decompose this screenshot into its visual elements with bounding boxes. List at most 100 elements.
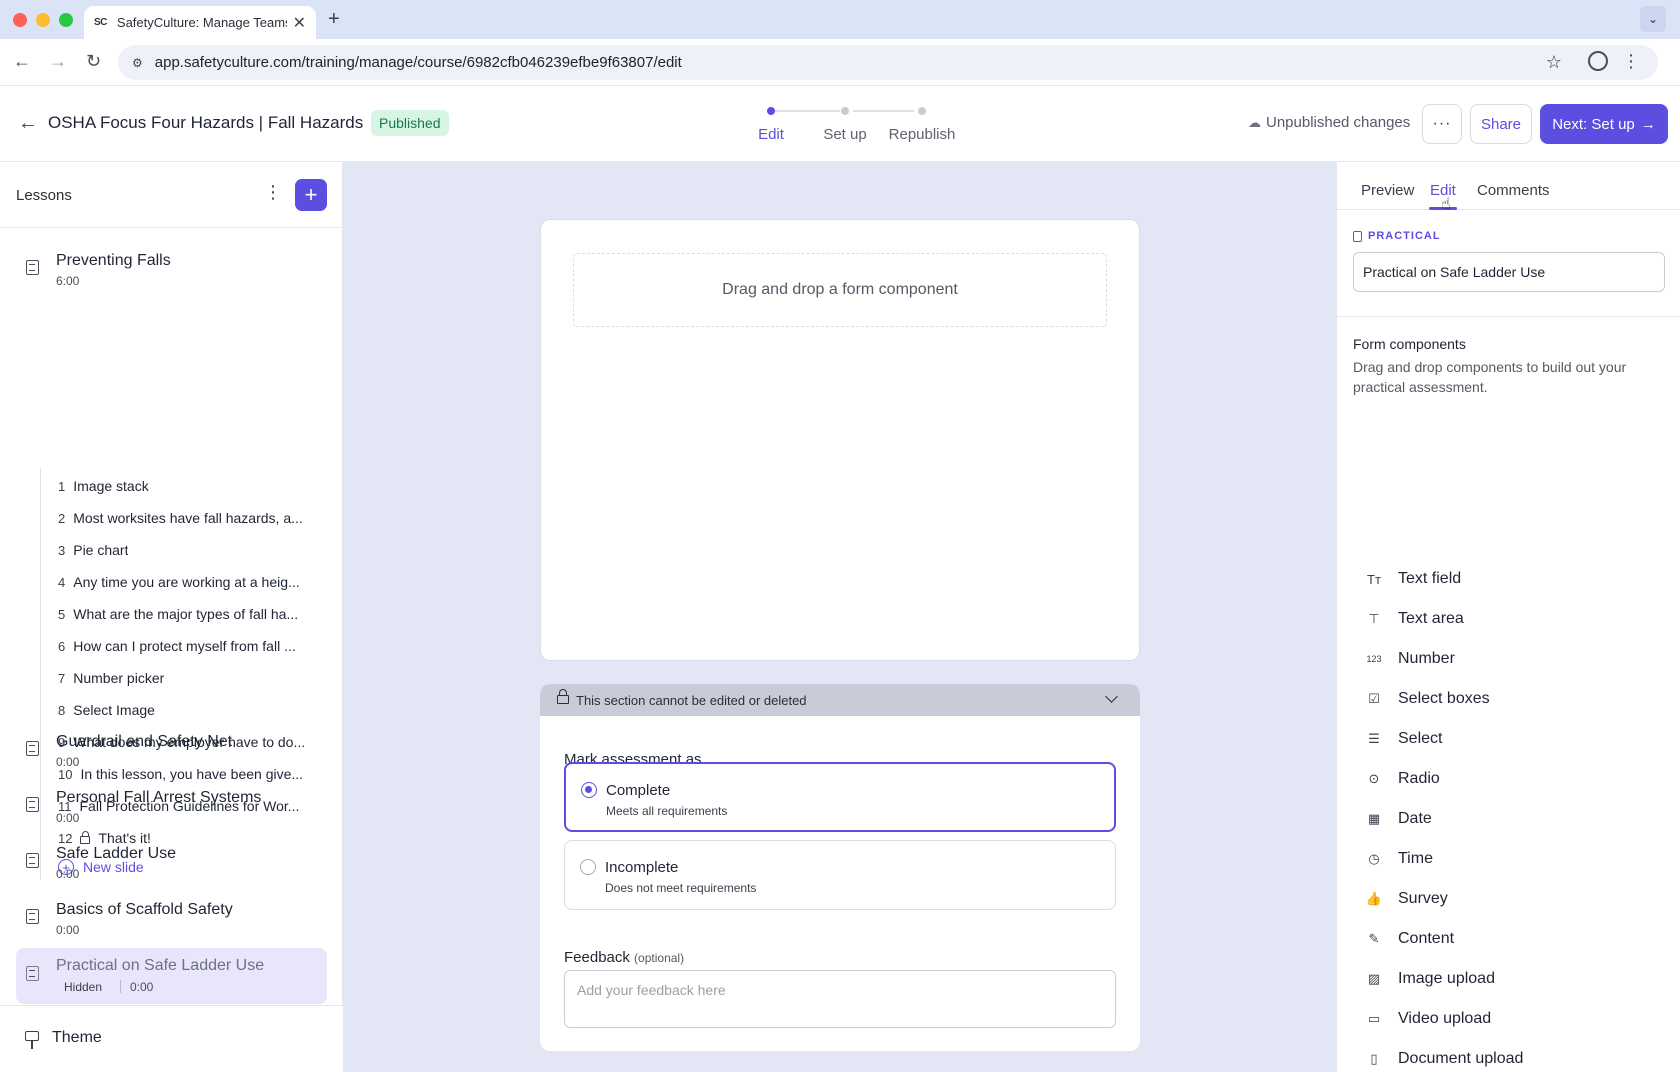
lesson-item[interactable]: Preventing Falls 6:00 — [16, 250, 327, 304]
option-complete[interactable]: Complete Meets all requirements — [564, 762, 1116, 832]
lesson-item[interactable]: Basics of Scaffold Safety 0:00 — [16, 899, 327, 953]
slide-item[interactable]: 4 Any time you are working at a heig... — [58, 571, 328, 593]
course-title: OSHA Focus Four Hazards | Fall Hazards — [48, 113, 364, 132]
form-component-select[interactable]: ☰ Select — [1365, 726, 1442, 752]
chevron-down-icon[interactable] — [1105, 690, 1118, 703]
panel-tabs: Preview Edit Comments ☝ — [1337, 162, 1680, 213]
lesson-duration: 0:00 — [56, 867, 80, 881]
form-component-number[interactable]: 123 Number — [1365, 646, 1455, 672]
option-subtitle: Meets all requirements — [606, 804, 728, 818]
site-info-icon[interactable]: ⚙ — [132, 56, 143, 70]
lesson-item[interactable]: Guardrail and Safety Net 0:00 — [16, 731, 327, 785]
profile-icon[interactable] — [1588, 51, 1608, 71]
theme-button[interactable]: Theme — [0, 1005, 343, 1072]
form-component-text-field[interactable]: Tт Text field — [1365, 566, 1461, 592]
form-component-label: Time — [1398, 850, 1433, 867]
form-card: Drag and drop a form component — [540, 219, 1140, 661]
browser-tab-strip: SC SafetyCulture: Manage Teams ✕ + ⌄ — [0, 0, 1680, 39]
status-badge: Published — [371, 110, 449, 136]
lesson-item[interactable]: Safe Ladder Use 0:00 — [16, 843, 327, 897]
calendar-icon: ▦ — [1367, 811, 1381, 826]
browser-forward-icon[interactable]: → — [49, 51, 67, 72]
form-component-video-upload[interactable]: ▭ Video upload — [1365, 1006, 1491, 1032]
new-tab-button[interactable]: + — [328, 8, 340, 31]
slide-title: Most worksites have fall hazards, a... — [73, 510, 303, 526]
address-bar[interactable]: ⚙ app.safetyculture.com/training/manage/… — [118, 45, 1658, 80]
slide-item[interactable]: 3 Pie chart — [58, 539, 328, 561]
slide-item[interactable]: 7 Number picker — [58, 667, 328, 689]
form-components-description: Drag and drop components to build out yo… — [1353, 359, 1627, 395]
slide-number: 4 — [58, 574, 66, 590]
form-component-text-area[interactable]: ⊤ Text area — [1365, 606, 1464, 632]
form-component-label: Text area — [1398, 610, 1464, 627]
share-button[interactable]: Share — [1470, 104, 1532, 144]
slide-title: Number picker — [73, 670, 165, 686]
tab-comments[interactable]: Comments — [1477, 182, 1550, 199]
theme-label: Theme — [52, 1029, 102, 1046]
unpublished-status: ☁ Unpublished changes — [1248, 114, 1410, 131]
close-window-button[interactable] — [13, 13, 27, 27]
radio-incomplete[interactable] — [580, 859, 596, 875]
add-lesson-button[interactable]: + — [295, 179, 327, 211]
practical-type-label: PRACTICAL — [1353, 230, 1441, 242]
slide-item[interactable]: 1 Image stack — [58, 475, 328, 497]
form-component-time[interactable]: ◷ Time — [1365, 846, 1433, 872]
lesson-icon — [26, 797, 39, 812]
browser-back-icon[interactable]: ← — [13, 51, 31, 72]
cloud-icon: ☁ — [1248, 114, 1261, 130]
minimize-window-button[interactable] — [36, 13, 50, 27]
slide-title: Select Image — [73, 702, 155, 718]
lesson-item-selected[interactable]: Practical on Safe Ladder Use Hidden 0:00 — [16, 948, 327, 1004]
form-component-survey[interactable]: 👍 Survey — [1365, 886, 1448, 912]
form-component-document-upload[interactable]: ▯ Document upload — [1365, 1046, 1523, 1072]
form-component-label: Number — [1398, 650, 1455, 667]
step-dot-republish — [918, 107, 926, 115]
close-tab-icon[interactable]: ✕ — [293, 13, 306, 33]
lesson-item[interactable]: Personal Fall Arrest Systems 0:00 — [16, 787, 327, 841]
form-component-radio[interactable]: ⊙ Radio — [1365, 766, 1440, 792]
slide-item[interactable]: 2 Most worksites have fall hazards, a... — [58, 507, 328, 529]
form-dropzone[interactable]: Drag and drop a form component — [573, 253, 1107, 327]
step-setup[interactable]: Set up — [823, 126, 866, 143]
thumbs-up-icon: 👍 — [1365, 891, 1383, 906]
slide-item[interactable]: 8 Select Image — [58, 699, 328, 721]
slide-item[interactable]: 5 What are the major types of fall ha... — [58, 603, 328, 625]
form-component-label: Content — [1398, 930, 1455, 947]
form-component-label: Radio — [1398, 770, 1440, 787]
tab-preview[interactable]: Preview — [1361, 182, 1414, 199]
step-republish[interactable]: Republish — [889, 126, 956, 143]
slide-title: What are the major types of fall ha... — [73, 606, 299, 622]
text-field-icon: Tт — [1367, 571, 1381, 587]
assessment-section: This section cannot be edited or deleted… — [540, 684, 1140, 1051]
slide-number: 8 — [58, 702, 66, 718]
step-dot-setup — [841, 107, 849, 115]
bookmark-star-icon[interactable]: ☆ — [1546, 52, 1562, 73]
image-icon: ▨ — [1367, 971, 1381, 986]
more-options-button[interactable]: ··· — [1422, 104, 1462, 144]
practical-type-text: PRACTICAL — [1368, 230, 1441, 242]
browser-menu-icon[interactable]: ⋮ — [1622, 51, 1640, 72]
step-edit[interactable]: Edit — [758, 126, 784, 143]
hidden-tag: Hidden — [64, 980, 103, 994]
progress-stepper: Edit Set up Republish — [740, 100, 970, 150]
browser-tab[interactable]: SC SafetyCulture: Manage Teams ✕ — [84, 6, 316, 39]
form-component-date[interactable]: ▦ Date — [1365, 806, 1432, 832]
option-incomplete[interactable]: Incomplete Does not meet requirements — [564, 840, 1116, 910]
slide-item[interactable]: 6 How can I protect myself from fall ... — [58, 635, 328, 657]
form-component-select-boxes[interactable]: ☑ Select boxes — [1365, 686, 1489, 712]
form-component-content[interactable]: ✎ Content — [1365, 926, 1455, 952]
tab-search-button[interactable]: ⌄ — [1640, 6, 1666, 32]
radio-complete[interactable] — [581, 782, 597, 798]
practical-name-input[interactable] — [1353, 252, 1665, 292]
browser-toolbar: ← → ↻ ⚙ app.safetyculture.com/training/m… — [0, 39, 1680, 86]
lessons-menu-icon[interactable]: ⋮ — [264, 182, 282, 203]
step-dot-edit — [767, 107, 775, 115]
lesson-duration: 0:00 — [56, 923, 80, 937]
reload-icon[interactable]: ↻ — [86, 51, 101, 72]
form-component-image-upload[interactable]: ▨ Image upload — [1365, 966, 1495, 992]
next-setup-button[interactable]: Next: Set up → — [1540, 104, 1668, 144]
feedback-input[interactable] — [564, 970, 1116, 1028]
maximize-window-button[interactable] — [59, 13, 73, 27]
back-arrow-icon[interactable]: ← — [18, 112, 38, 135]
locked-section-bar[interactable]: This section cannot be edited or deleted — [540, 684, 1140, 716]
